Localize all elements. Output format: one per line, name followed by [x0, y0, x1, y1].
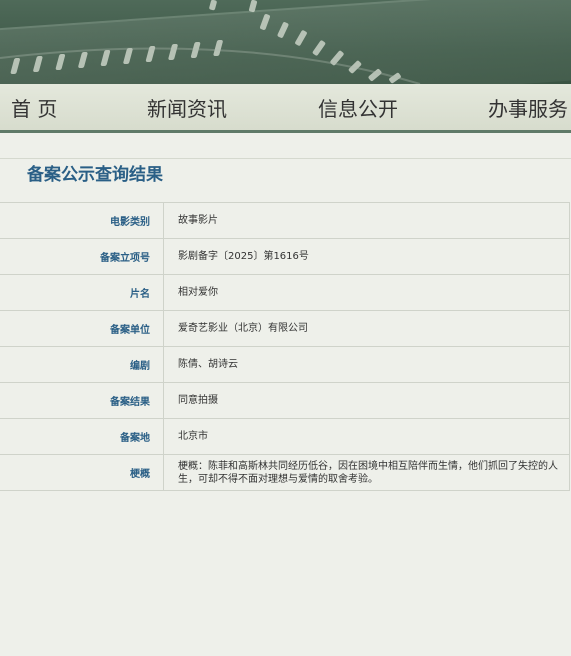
row-label: 备案结果: [0, 382, 164, 419]
nav-home[interactable]: 首 页: [11, 93, 57, 122]
table-row: 电影类别 故事影片: [0, 202, 570, 239]
table-row: 梗概 梗概：陈菲和高斯林共同经历低谷，因在困境中相互陪伴而生情，他们抓回了失控的…: [0, 454, 570, 491]
row-value: 北京市: [163, 418, 570, 455]
row-value: 影剧备字〔2025〕第1616号: [163, 238, 570, 275]
page-title: 备案公示查询结果: [27, 165, 163, 185]
row-label: 备案单位: [0, 310, 164, 347]
table-row: 编剧 陈倩、胡诗云: [0, 346, 570, 383]
row-value: 相对爱你: [163, 274, 570, 311]
row-label: 编剧: [0, 346, 164, 383]
row-value: 爱奇艺影业（北京）有限公司: [163, 310, 570, 347]
row-label: 备案地: [0, 418, 164, 455]
row-value: 同意拍摄: [163, 382, 570, 419]
nav-info-disclosure[interactable]: 信息公开: [318, 93, 398, 122]
film-strip-icon: [0, 0, 421, 84]
table-row: 备案立项号 影剧备字〔2025〕第1616号: [0, 238, 570, 275]
row-value: 梗概：陈菲和高斯林共同经历低谷，因在困境中相互陪伴而生情，他们抓回了失控的人生，…: [163, 454, 570, 491]
table-row: 备案地 北京市: [0, 418, 570, 455]
record-table: 电影类别 故事影片 备案立项号 影剧备字〔2025〕第1616号 片名 相对爱你…: [0, 202, 570, 491]
table-row: 备案结果 同意拍摄: [0, 382, 570, 419]
row-label: 片名: [0, 274, 164, 311]
row-label: 梗概: [0, 454, 164, 491]
row-label: 电影类别: [0, 202, 164, 239]
main-nav: 首 页 新闻资讯 信息公开 办事服务: [0, 84, 571, 133]
nav-news[interactable]: 新闻资讯: [147, 93, 227, 122]
nav-services[interactable]: 办事服务: [488, 93, 568, 122]
row-label: 备案立项号: [0, 238, 164, 275]
table-row: 片名 相对爱你: [0, 274, 570, 311]
header-banner: [0, 0, 571, 84]
table-row: 备案单位 爱奇艺影业（北京）有限公司: [0, 310, 570, 347]
row-value: 故事影片: [163, 202, 570, 239]
row-value: 陈倩、胡诗云: [163, 346, 570, 383]
